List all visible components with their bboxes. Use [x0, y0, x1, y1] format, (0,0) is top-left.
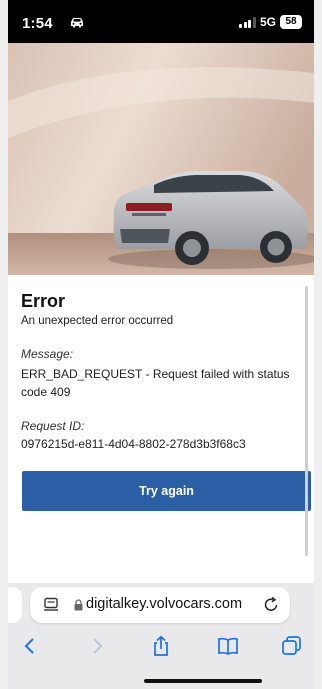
network-type: 5G [259, 15, 276, 29]
share-icon[interactable] [150, 635, 172, 657]
reader-icon[interactable] [43, 597, 59, 613]
back-icon[interactable] [19, 635, 41, 657]
scroll-indicator[interactable] [305, 286, 308, 556]
message-text: ERR_BAD_REQUEST - Request failed with st… [21, 367, 290, 399]
previous-tab-edge[interactable] [8, 587, 22, 623]
signal-icon [239, 16, 256, 28]
reload-icon[interactable] [263, 596, 280, 613]
phone-screen: 1:54 5G 58 Error An unexpected error occ… [0, 0, 322, 689]
error-subtitle: An unexpected error occurred [21, 315, 174, 327]
address-bar[interactable]: digitalkey.volvocars.com [30, 587, 290, 623]
lock-icon [74, 599, 83, 611]
status-time: 1:54 [22, 15, 53, 32]
url-text[interactable]: digitalkey.volvocars.com [86, 596, 242, 612]
web-content: Error An unexpected error occurred Messa… [8, 43, 314, 583]
status-bar: 1:54 5G 58 [8, 0, 314, 43]
request-id-value: 0976215d-e811-4d04-8802-278d3b3f68c3 [21, 437, 246, 451]
try-again-button[interactable]: Try again [22, 471, 311, 511]
status-indicators: 5G 58 [239, 15, 302, 29]
tabs-icon[interactable] [281, 635, 303, 657]
bookmarks-icon[interactable] [217, 635, 239, 657]
browser-bar: digitalkey.volvocars.com [8, 583, 314, 689]
error-title: Error [21, 291, 66, 311]
home-indicator[interactable] [144, 679, 262, 683]
battery-icon: 58 [280, 15, 302, 29]
hero-image [8, 43, 314, 275]
car-icon [71, 18, 83, 28]
message-label: Message: [21, 347, 74, 361]
request-id-label: Request ID: [21, 419, 85, 433]
forward-icon[interactable] [86, 635, 108, 657]
